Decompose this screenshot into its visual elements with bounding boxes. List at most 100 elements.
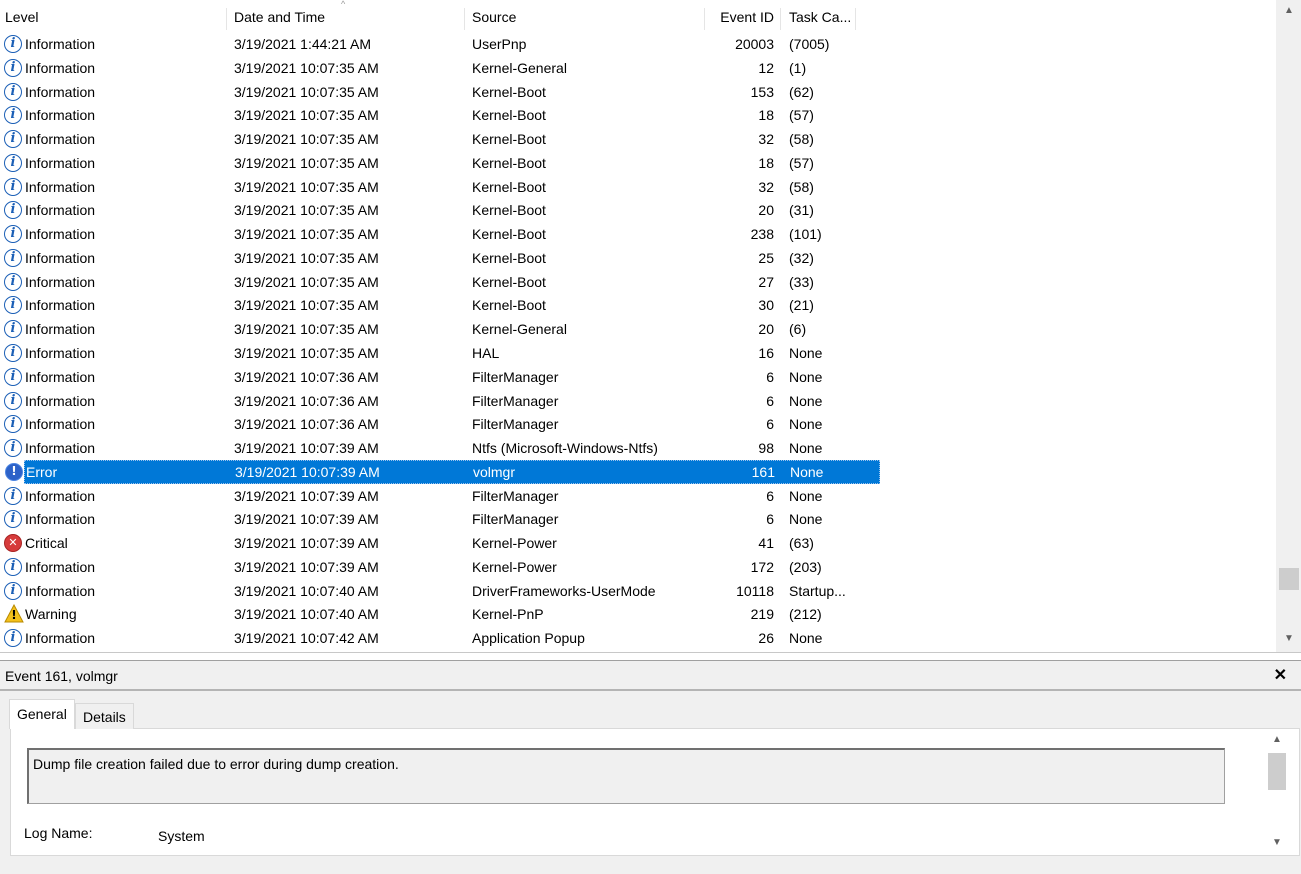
event-description[interactable]: Dump file creation failed due to error d… <box>27 748 1225 804</box>
scroll-up-icon[interactable]: ▲ <box>1267 731 1287 749</box>
cell-source: Kernel-Boot <box>472 202 546 219</box>
table-row[interactable]: i Information 3/19/2021 10:07:39 AM Kernel-… <box>0 555 1276 579</box>
table-row[interactable]: i Information 3/19/2021 10:07:35 AM Kernel-… <box>0 293 1276 317</box>
table-row[interactable]: i Information 3/19/2021 10:07:35 AM HAL 16 No… <box>0 341 1276 365</box>
scroll-up-icon[interactable]: ▲ <box>1277 2 1301 20</box>
cell-source: Kernel-Boot <box>472 249 546 266</box>
cell-date: 3/19/2021 10:07:39 AM <box>234 558 379 575</box>
cell-level: Information <box>25 202 96 219</box>
column-header-event-id[interactable]: Event ID <box>705 4 774 28</box>
cell-event-id: 18 <box>758 154 774 171</box>
cell-date: 3/19/2021 10:07:40 AM <box>234 606 379 623</box>
table-row[interactable]: ✕ Critical 3/19/2021 10:07:39 AM Kernel-Pow… <box>0 531 1276 555</box>
info-icon: i <box>4 153 22 172</box>
cell-level: Information <box>25 321 96 338</box>
column-divider[interactable] <box>704 8 705 30</box>
tab-details[interactable]: Details <box>75 703 134 729</box>
scroll-down-icon[interactable]: ▼ <box>1277 630 1301 648</box>
info-icon: i <box>4 581 22 600</box>
info-icon: i <box>4 629 22 648</box>
scrollbar-thumb[interactable] <box>1268 753 1286 790</box>
cell-source: FilterManager <box>472 368 559 385</box>
cell-task-category: (31) <box>789 202 814 219</box>
event-list[interactable]: Level Date and Time Source Event ID Task… <box>0 0 1301 653</box>
cell-source: HAL <box>472 345 500 361</box>
table-row[interactable]: i Information 3/19/2021 10:07:35 AM Kernel-… <box>0 198 1276 222</box>
table-row[interactable]: i Information 3/19/2021 10:07:35 AM Kernel-… <box>0 80 1276 104</box>
table-row[interactable]: i Information 3/19/2021 1:44:21 AM UserPnp 2… <box>0 32 1276 56</box>
table-row[interactable]: i Information 3/19/2021 10:07:35 AM Kernel-… <box>0 56 1276 80</box>
log-name-value: System <box>158 828 205 844</box>
table-row[interactable]: ! Error 3/19/2021 10:07:39 AM volmgr 161 None <box>5 459 880 484</box>
table-row[interactable]: i Information 3/19/2021 10:07:36 AM FilterM… <box>0 389 1276 413</box>
cell-level: Information <box>25 59 96 76</box>
table-row[interactable]: i Information 3/19/2021 10:07:40 AM DriverF… <box>0 579 1276 603</box>
cell-source: Kernel-Power <box>472 558 557 575</box>
cell-event-id: 238 <box>750 226 774 243</box>
cell-level: Information <box>25 131 96 148</box>
cell-level: Information <box>25 368 96 385</box>
cell-source: FilterManager <box>472 392 559 409</box>
critical-icon: ✕ <box>4 534 22 553</box>
info-icon: i <box>4 35 22 53</box>
cell-source: Kernel-Power <box>472 535 557 552</box>
cell-source: Kernel-Boot <box>472 178 546 195</box>
table-row[interactable]: i Information 3/19/2021 10:07:36 AM FilterM… <box>0 365 1276 389</box>
cell-source: FilterManager <box>472 416 559 433</box>
cell-date: 3/19/2021 10:07:35 AM <box>234 83 379 100</box>
cell-level: Information <box>25 345 96 361</box>
table-row[interactable]: i Information 3/19/2021 10:07:36 AM FilterM… <box>0 412 1276 436</box>
table-row[interactable]: i Information 3/19/2021 10:07:39 AM FilterM… <box>0 507 1276 531</box>
column-divider[interactable] <box>780 8 781 30</box>
info-icon: i <box>4 439 22 458</box>
cell-level: Information <box>25 154 96 171</box>
info-icon: i <box>4 296 22 315</box>
cell-level: Warning <box>25 606 77 623</box>
table-row[interactable]: i Information 3/19/2021 10:07:35 AM Kernel-… <box>0 103 1276 127</box>
table-row[interactable]: i Information 3/19/2021 10:07:35 AM Kernel-… <box>0 222 1276 246</box>
table-row[interactable]: i Information 3/19/2021 10:07:35 AM Kernel-… <box>0 246 1276 270</box>
cell-task-category: (32) <box>789 249 814 266</box>
cell-level: Information <box>25 107 96 124</box>
cell-task-category: None <box>789 511 823 528</box>
scrollbar-thumb[interactable] <box>1279 568 1299 590</box>
tab-general[interactable]: General <box>9 699 75 729</box>
column-divider[interactable] <box>464 8 465 30</box>
column-header-level[interactable]: Level <box>5 4 225 28</box>
table-row[interactable]: i Information 3/19/2021 10:07:35 AM Kernel-… <box>0 270 1276 294</box>
cell-task-category: None <box>789 368 823 385</box>
details-scrollbar[interactable]: ▲ ▼ <box>1267 731 1287 854</box>
table-row[interactable]: i Information 3/19/2021 10:07:35 AM Kernel-… <box>0 175 1276 199</box>
cell-level: Information <box>25 83 96 100</box>
info-icon: i <box>4 320 22 339</box>
cell-date: 3/19/2021 1:44:21 AM <box>234 36 371 52</box>
table-row[interactable]: i Information 3/19/2021 10:07:35 AM Kernel-… <box>0 317 1276 341</box>
cell-event-id: 153 <box>750 83 774 100</box>
table-row[interactable]: i Information 3/19/2021 10:07:35 AM Kernel-… <box>0 151 1276 175</box>
cell-source: Kernel-Boot <box>472 107 546 124</box>
cell-task-category: None <box>790 463 824 480</box>
info-icon: i <box>4 201 22 220</box>
list-scrollbar[interactable]: ▲ ▼ <box>1276 0 1301 652</box>
cell-date: 3/19/2021 10:07:35 AM <box>234 297 379 314</box>
column-header-source[interactable]: Source <box>472 4 700 28</box>
info-icon: i <box>4 486 22 505</box>
column-header-date-and-time[interactable]: Date and Time <box>234 4 462 28</box>
table-row[interactable]: i Information 3/19/2021 10:07:35 AM Kernel-… <box>0 127 1276 151</box>
cell-level: Information <box>25 297 96 314</box>
error-icon: ! <box>5 462 23 481</box>
cell-source: Ntfs (Microsoft-Windows-Ntfs) <box>472 440 658 457</box>
column-divider[interactable] <box>855 8 856 30</box>
column-header-task-category[interactable]: Task Ca... <box>789 4 855 28</box>
table-row[interactable]: i Information 3/19/2021 10:07:39 AM Ntfs (M… <box>0 436 1276 460</box>
table-row[interactable]: i Information 3/19/2021 10:07:42 AM Applica… <box>0 626 1276 650</box>
table-row[interactable]: i Information 3/19/2021 10:07:39 AM FilterM… <box>0 484 1276 508</box>
close-icon[interactable]: ✕ <box>1274 665 1287 687</box>
column-divider[interactable] <box>226 8 227 30</box>
scroll-down-icon[interactable]: ▼ <box>1267 834 1287 852</box>
cell-event-id: 18 <box>758 107 774 124</box>
table-row[interactable]: ! Warning 3/19/2021 10:07:40 AM Kernel-PnP 2… <box>0 602 1276 626</box>
cell-level: Information <box>25 558 96 575</box>
cell-level: Information <box>25 630 96 647</box>
cell-event-id: 98 <box>758 440 774 457</box>
